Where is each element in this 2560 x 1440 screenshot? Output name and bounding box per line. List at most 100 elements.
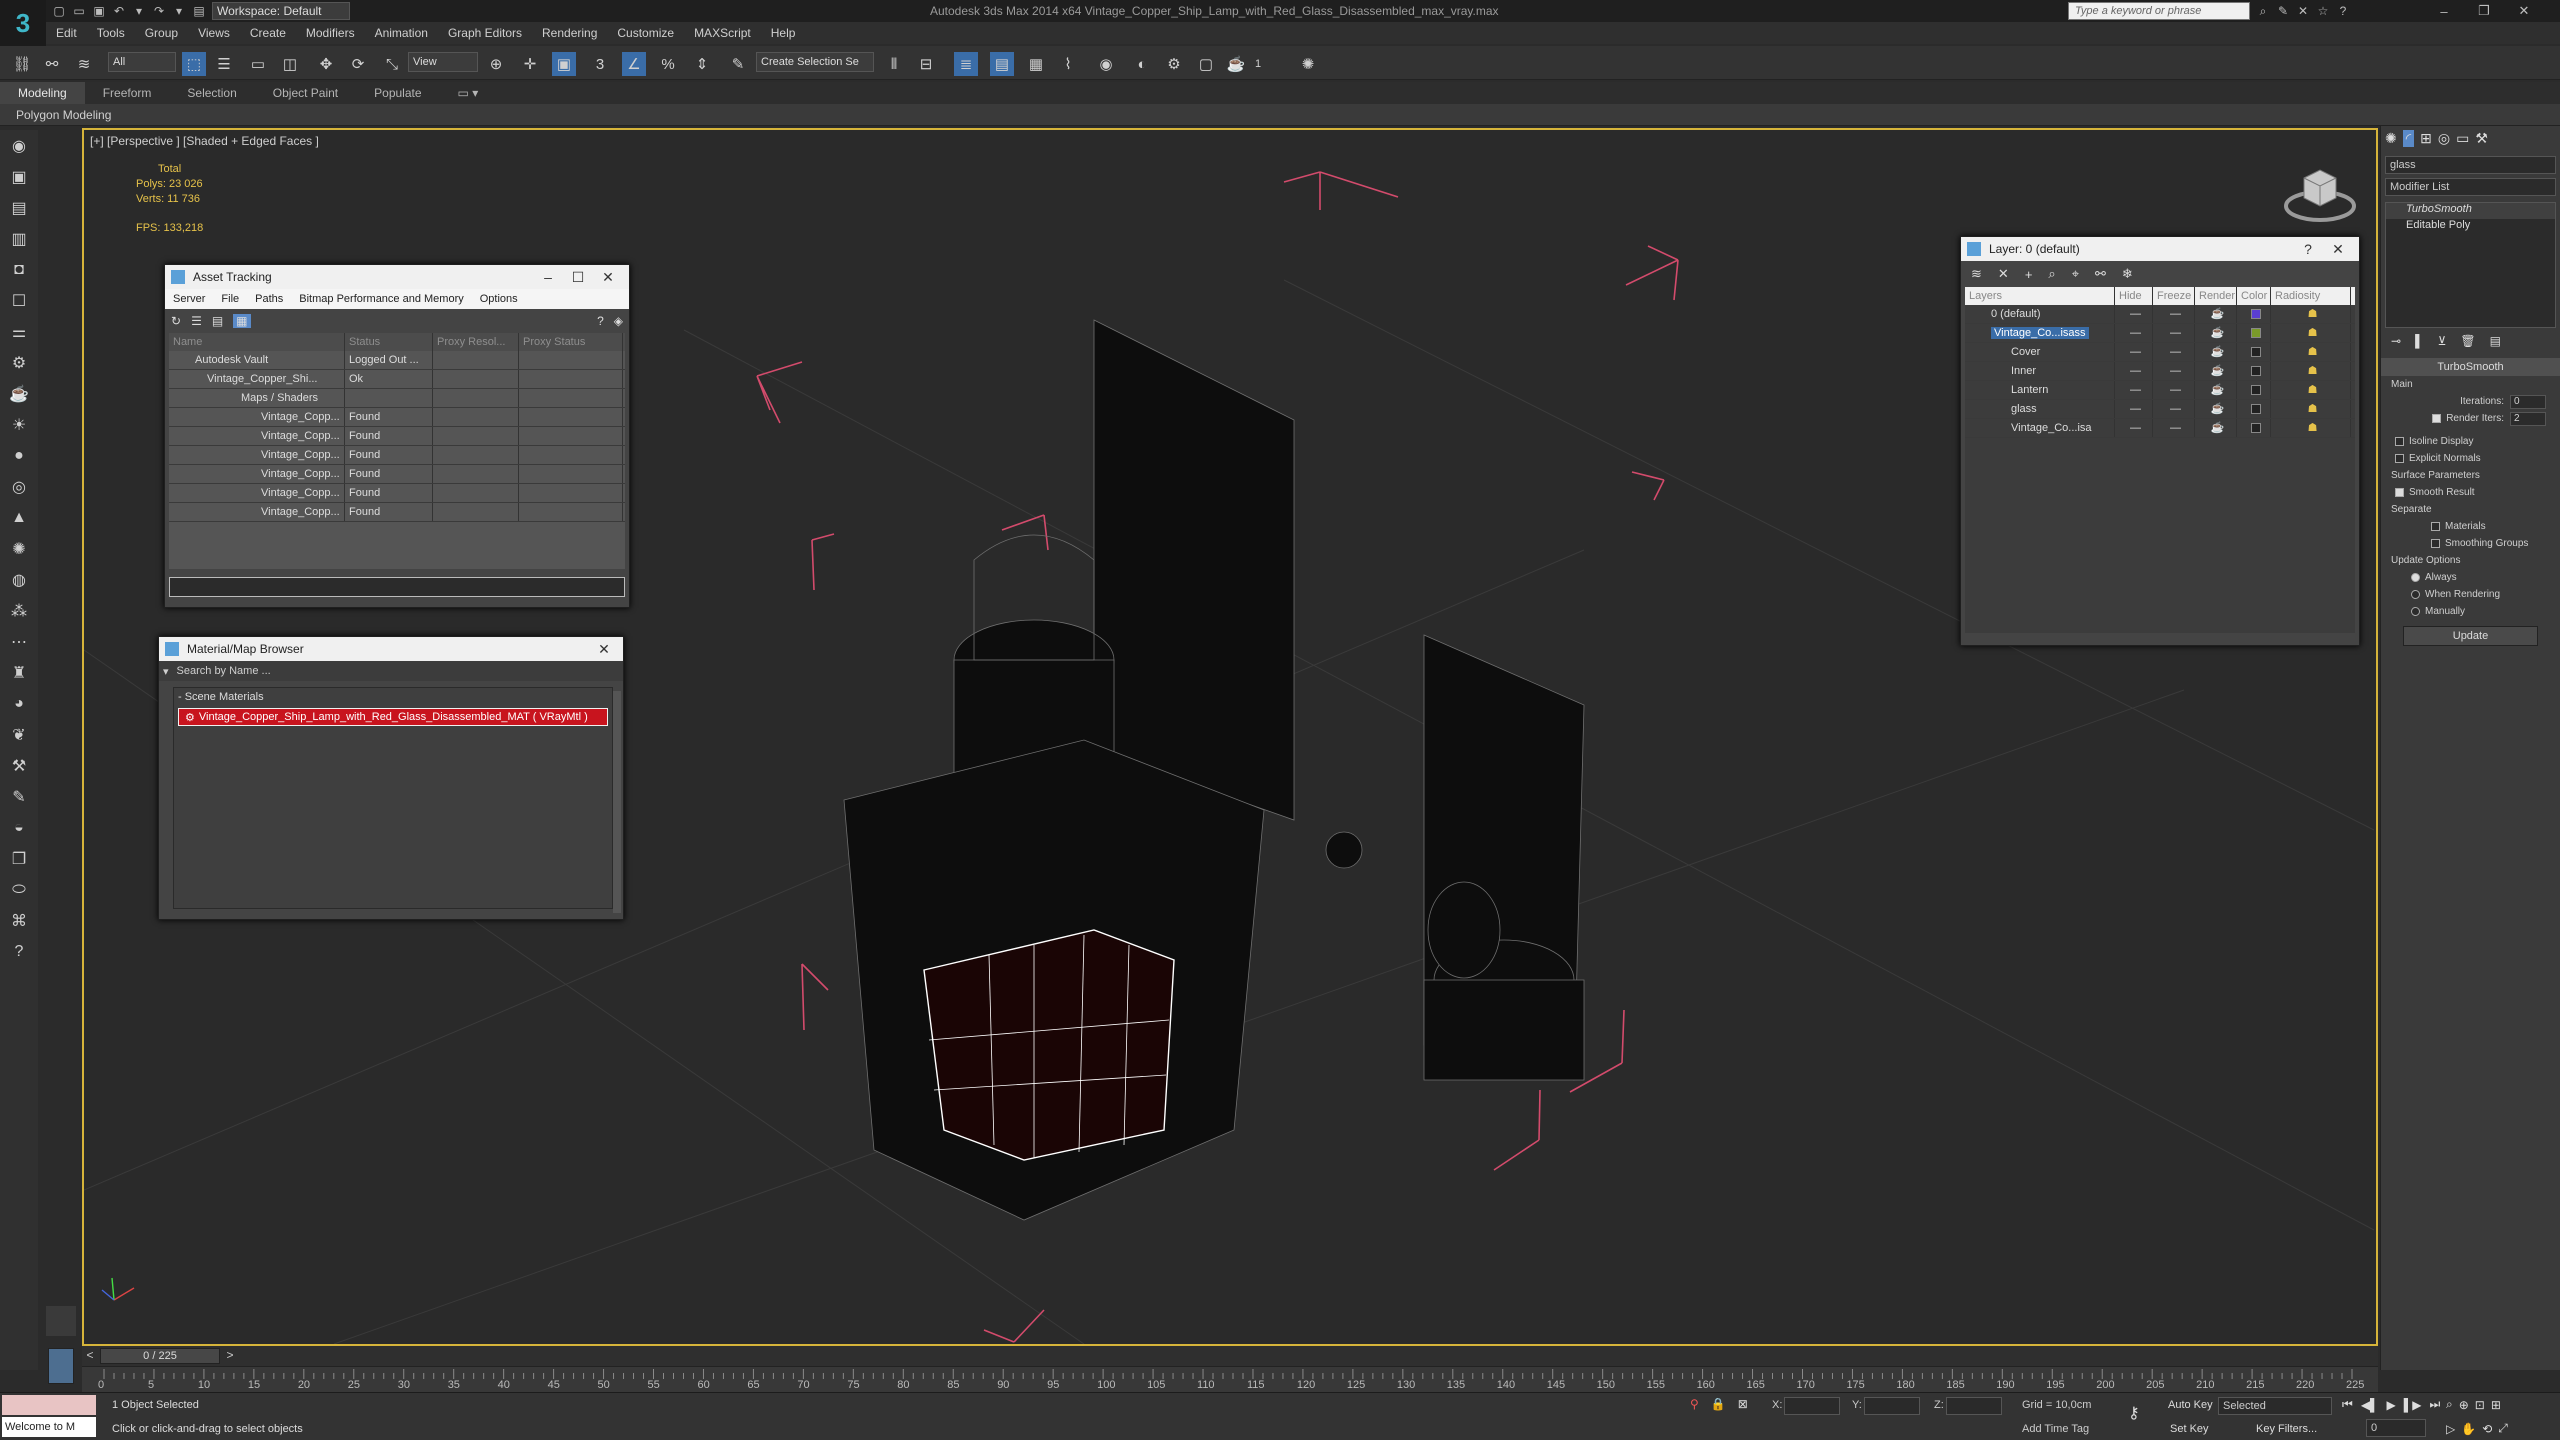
col-proxy-status[interactable]: Proxy Status [519,333,623,351]
col-layers[interactable]: Layers [1965,287,2115,305]
search-by-name-input[interactable]: Search by Name ... [177,665,271,677]
light-bulb-icon[interactable]: ☀ [0,409,38,440]
layer-color-swatch[interactable] [2250,423,2261,433]
tools-icon[interactable]: ✕ [2294,3,2312,19]
freeze-toggle[interactable]: — [2153,419,2195,437]
auto-key-button[interactable]: Auto Key [2168,1399,2213,1411]
render-toggle-icon[interactable]: ☕ [2195,324,2237,342]
render-toggle-icon[interactable]: ☕ [2195,419,2237,437]
table-row[interactable]: Vintage_Copp... Found [169,484,625,503]
col-radiosity[interactable]: Radiosity [2271,287,2351,305]
create-tab-icon[interactable]: ✺ [2385,130,2397,147]
asset-tracking-titlebar[interactable]: Asset Tracking – ☐ ✕ [165,265,629,289]
absolute-mode-icon[interactable]: ⊠ [1738,1397,1748,1411]
project-folder-icon[interactable]: ▤ [190,3,208,19]
redo-icon[interactable]: ↷ [150,3,168,19]
box-icon[interactable]: ▣ [0,161,38,192]
material-editor-icon[interactable]: ◐ [1130,52,1154,76]
asset-path-field[interactable] [169,577,625,597]
zoom-extents-all-icon[interactable]: ⊞ [2491,1398,2501,1412]
modifier-list-dropdown[interactable]: Modifier List [2385,178,2556,196]
hierarchy-tab-icon[interactable]: ⊞ [2420,130,2432,147]
material-list-scrollbar[interactable] [613,691,621,913]
turbosmooth-rollout-title[interactable]: TurboSmooth [2381,358,2560,376]
menu-customize[interactable]: Customize [607,22,684,44]
radiosity-icon[interactable]: ☗ [2271,419,2351,437]
current-frame-field[interactable]: 0 [2366,1419,2426,1437]
set-key-button[interactable]: Set Key [2170,1423,2209,1435]
tab-selection[interactable]: Selection [169,82,254,104]
refresh-icon[interactable]: ↻ [171,314,181,328]
cone-icon[interactable]: ▲ [0,502,38,533]
viewcube[interactable] [2280,160,2360,226]
select-object-icon[interactable]: ⬚ [182,52,206,76]
close-window-button[interactable]: ✕ [2504,0,2544,22]
globe-two-icon[interactable]: ◒ [0,812,38,843]
delete-layer-icon[interactable]: ✕ [1998,266,2009,282]
table-view-icon[interactable]: ▤ [212,314,223,328]
smooth-result-checkbox[interactable] [2395,488,2404,497]
menu-edit[interactable]: Edit [46,22,87,44]
table-row[interactable]: Autodesk Vault Logged Out ... [169,351,625,370]
pin-stack-icon[interactable]: ⊸ [2391,334,2401,348]
particles-icon[interactable]: ⁂ [0,595,38,626]
globe-icon[interactable]: ◕ [0,688,38,719]
select-manipulate-icon[interactable]: ✛ [518,52,542,76]
menu-help[interactable]: Help [761,22,806,44]
help-icon[interactable]: ? [597,314,604,328]
layer-row[interactable]: Vintage_Co...isass — — ☕ ☗ [1965,324,2355,343]
track-bar[interactable]: 0 5 10 15 20 25 30 35 40 45 50 55 60 65 70 75 80 85 90 95 10… [82,1366,2378,1392]
key-icon[interactable]: ⚷ [2128,1403,2140,1423]
maximize-viewport-icon[interactable]: ⤢ [2498,1421,2508,1436]
grid-view-icon[interactable]: ▦ [233,314,251,328]
rotate-icon[interactable]: ⟳ [346,52,370,76]
table-row[interactable]: Vintage_Copp... Found [169,503,625,522]
hide-toggle[interactable]: — [2115,343,2153,361]
object-name-field[interactable]: glass [2385,156,2556,174]
app-logo-icon[interactable]: 3 [0,0,46,46]
teapot-icon[interactable]: ☕ [0,378,38,409]
reference-coordinate-dropdown[interactable]: View [408,52,478,72]
stack-item-editable-poly[interactable]: Editable Poly [2386,219,2555,235]
key-filters-button[interactable]: Key Filters... [2256,1423,2317,1435]
menu-tools[interactable]: Tools [87,22,135,44]
freeze-toggle[interactable]: — [2153,381,2195,399]
table-row[interactable]: Vintage_Copp... Found [169,408,625,427]
help-search-input[interactable]: Type a keyword or phrase [2068,2,2250,20]
layer-color-swatch[interactable] [2250,385,2261,395]
z-coordinate-field[interactable] [1946,1397,2002,1415]
scene-materials-group[interactable]: - Scene Materials [174,688,612,706]
sphere-icon[interactable]: ● [0,440,38,471]
viewcube-icon[interactable] [2280,160,2360,226]
minimize-dialog-button[interactable]: – [533,265,563,289]
undo-icon[interactable]: ↶ [110,3,128,19]
layer-row[interactable]: glass — — ☕ ☗ [1965,400,2355,419]
go-to-end-icon[interactable]: ⏭ [2430,1397,2441,1412]
tab-object-paint[interactable]: Object Paint [255,82,356,104]
col-status[interactable]: Status [345,333,433,351]
layer-color-swatch[interactable] [2250,404,2261,414]
col-freeze[interactable]: Freeze [2153,287,2195,305]
close-dialog-button[interactable]: ✕ [589,637,619,661]
layer-color-swatch[interactable] [2250,328,2261,338]
pivot-center-icon[interactable]: ⊕ [484,52,508,76]
maximize-dialog-button[interactable]: ☐ [563,265,593,289]
render-toggle-icon[interactable]: ☕ [2195,343,2237,361]
mini-listener-icon[interactable] [48,1348,74,1384]
layer-row[interactable]: Lantern — — ☕ ☗ [1965,381,2355,400]
help-circle-icon[interactable]: ? [0,936,38,967]
rectangular-selection-icon[interactable]: ▭ [246,52,270,76]
angle-snap-icon[interactable]: ∠ [622,52,646,76]
copy-icon[interactable]: ❐ [0,843,38,874]
paint-icon[interactable]: ✎ [0,781,38,812]
menu-paths[interactable]: Paths [247,289,291,309]
freeze-toggle[interactable]: — [2153,343,2195,361]
mirror-icon[interactable]: ⫴ [882,52,906,76]
zoom-all-icon[interactable]: ⊕ [2459,1398,2469,1412]
tab-modeling[interactable]: Modeling [0,82,85,104]
smoothing-groups-checkbox[interactable] [2431,539,2440,548]
favorites-star-icon[interactable]: ☆ [2314,3,2332,19]
hide-toggle[interactable]: — [2115,324,2153,342]
ribbon-dots-icon[interactable]: ⋯ [0,626,38,657]
zoom-icon[interactable]: ⌕ [2446,1397,2453,1412]
